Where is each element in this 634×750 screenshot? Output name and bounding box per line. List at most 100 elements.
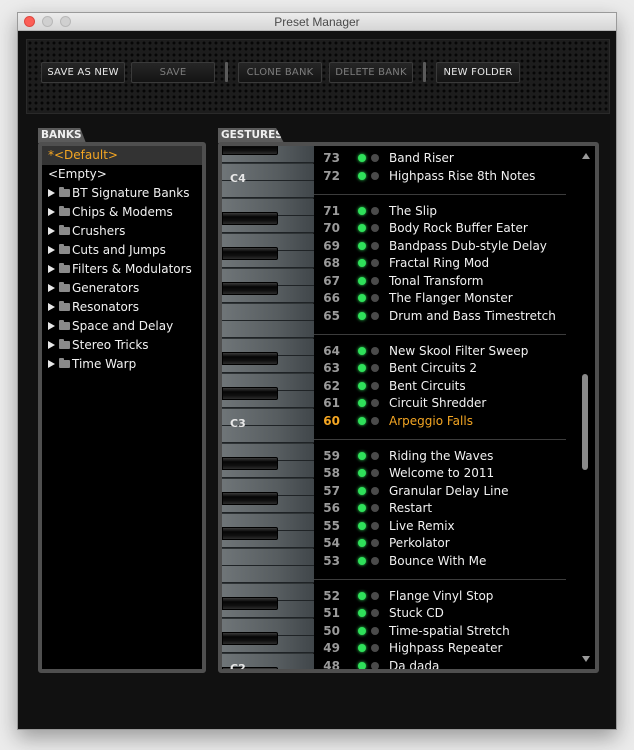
bank-item[interactable]: Time Warp — [42, 355, 202, 374]
gesture-row[interactable]: 69 Bandpass Dub-style Delay — [318, 238, 580, 255]
led-on-icon[interactable] — [358, 346, 366, 355]
gesture-row[interactable]: 57 Granular Delay Line — [318, 483, 580, 500]
black-key[interactable] — [222, 146, 278, 155]
black-key[interactable] — [222, 492, 278, 505]
disclosure-triangle-icon[interactable] — [48, 208, 55, 216]
black-key[interactable] — [222, 282, 278, 295]
bank-item[interactable]: Generators — [42, 279, 202, 298]
led-on-icon[interactable] — [358, 591, 366, 600]
bank-item[interactable]: *<Default> — [42, 146, 202, 165]
disclosure-triangle-icon[interactable] — [48, 227, 55, 235]
led-off-icon[interactable] — [371, 259, 379, 267]
led-on-icon[interactable] — [358, 154, 366, 162]
led-on-icon[interactable] — [358, 504, 366, 512]
gesture-row[interactable]: 73 Band Riser — [318, 150, 580, 167]
save-as-new-button[interactable]: SAVE AS NEW — [41, 62, 125, 83]
led-off-icon[interactable] — [371, 661, 379, 669]
led-on-icon[interactable] — [358, 521, 366, 530]
white-key[interactable] — [222, 303, 314, 321]
led-on-icon[interactable] — [358, 399, 366, 407]
scroll-up-arrow-icon[interactable] — [582, 153, 590, 159]
led-off-icon[interactable] — [371, 504, 379, 512]
bank-item[interactable]: Filters & Modulators — [42, 260, 202, 279]
bank-item[interactable]: Space and Delay — [42, 317, 202, 336]
save-button[interactable]: SAVE — [131, 62, 215, 83]
gesture-row[interactable]: 53 Bounce With Me — [318, 553, 580, 570]
gesture-row[interactable]: 55 Live Remix — [318, 518, 580, 535]
gesture-row[interactable]: 71 The Slip — [318, 203, 580, 220]
led-on-icon[interactable] — [358, 486, 366, 495]
led-off-icon[interactable] — [371, 381, 379, 390]
white-key[interactable] — [222, 671, 314, 673]
banks-list[interactable]: *<Default> <Empty> BT Signature Banks Chips… — [38, 142, 206, 673]
disclosure-triangle-icon[interactable] — [48, 189, 55, 197]
bank-item[interactable]: Crushers — [42, 222, 202, 241]
led-off-icon[interactable] — [371, 521, 379, 530]
led-off-icon[interactable] — [371, 206, 379, 215]
led-off-icon[interactable] — [371, 416, 379, 425]
white-key[interactable] — [222, 566, 314, 583]
led-off-icon[interactable] — [371, 486, 379, 495]
black-key[interactable] — [222, 352, 278, 365]
bank-item[interactable]: Chips & Modems — [42, 203, 202, 222]
piano-keyboard[interactable]: C4 C3 C2 — [222, 146, 314, 669]
led-off-icon[interactable] — [371, 346, 379, 355]
bank-item[interactable]: BT Signature Banks — [42, 184, 202, 203]
gesture-row[interactable]: 63 Bent Circuits 2 — [318, 360, 580, 377]
clone-bank-button[interactable]: CLONE BANK — [238, 62, 322, 83]
led-on-icon[interactable] — [358, 539, 366, 547]
led-off-icon[interactable] — [371, 364, 379, 372]
gesture-row[interactable]: 65 Drum and Bass Timestretch — [318, 308, 580, 325]
led-on-icon[interactable] — [358, 626, 366, 635]
black-key[interactable] — [222, 457, 278, 470]
led-off-icon[interactable] — [371, 399, 379, 407]
led-on-icon[interactable] — [358, 556, 366, 565]
led-on-icon[interactable] — [358, 294, 366, 302]
led-off-icon[interactable] — [371, 469, 379, 477]
black-key[interactable] — [222, 527, 278, 540]
led-on-icon[interactable] — [358, 364, 366, 372]
scroll-down-arrow-icon[interactable] — [582, 656, 590, 662]
led-off-icon[interactable] — [371, 311, 379, 320]
gesture-row[interactable]: 51 Stuck CD — [318, 605, 580, 622]
led-on-icon[interactable] — [358, 469, 366, 477]
led-on-icon[interactable] — [358, 259, 366, 267]
led-on-icon[interactable] — [358, 171, 366, 180]
new-folder-button[interactable]: NEW FOLDER — [436, 62, 520, 83]
black-key[interactable] — [222, 247, 278, 260]
gesture-row[interactable]: 59 Riding the Waves — [318, 448, 580, 465]
gesture-row[interactable]: 52 Flange Vinyl Stop — [318, 588, 580, 605]
led-off-icon[interactable] — [371, 224, 379, 232]
led-off-icon[interactable] — [371, 154, 379, 162]
white-key[interactable] — [222, 321, 314, 338]
gesture-row[interactable]: 50 Time-spatial Stretch — [318, 623, 580, 640]
led-off-icon[interactable] — [371, 556, 379, 565]
scroll-thumb[interactable] — [582, 374, 588, 470]
led-on-icon[interactable] — [358, 609, 366, 617]
gesture-row[interactable]: 72 Highpass Rise 8th Notes — [318, 168, 580, 185]
led-off-icon[interactable] — [371, 276, 379, 285]
disclosure-triangle-icon[interactable] — [48, 265, 55, 273]
led-on-icon[interactable] — [358, 224, 366, 232]
gesture-row[interactable]: 61 Circuit Shredder — [318, 395, 580, 412]
delete-bank-button[interactable]: DELETE BANK — [329, 62, 413, 83]
led-off-icon[interactable] — [371, 609, 379, 617]
gesture-row[interactable]: 70 Body Rock Buffer Eater — [318, 220, 580, 237]
led-on-icon[interactable] — [358, 451, 366, 460]
led-off-icon[interactable] — [371, 451, 379, 460]
black-key[interactable] — [222, 632, 278, 645]
led-off-icon[interactable] — [371, 591, 379, 600]
white-key[interactable] — [222, 548, 314, 566]
led-off-icon[interactable] — [371, 626, 379, 635]
led-on-icon[interactable] — [358, 661, 366, 669]
bank-item[interactable]: Stereo Tricks — [42, 336, 202, 355]
gesture-row[interactable]: 54 Perkolator — [318, 535, 580, 552]
led-off-icon[interactable] — [371, 294, 379, 302]
gesture-row[interactable]: 67 Tonal Transform — [318, 273, 580, 290]
disclosure-triangle-icon[interactable] — [48, 360, 55, 368]
gesture-row[interactable]: 62 Bent Circuits — [318, 378, 580, 395]
black-key[interactable] — [222, 212, 278, 225]
disclosure-triangle-icon[interactable] — [48, 284, 55, 292]
led-on-icon[interactable] — [358, 311, 366, 320]
disclosure-triangle-icon[interactable] — [48, 246, 55, 254]
